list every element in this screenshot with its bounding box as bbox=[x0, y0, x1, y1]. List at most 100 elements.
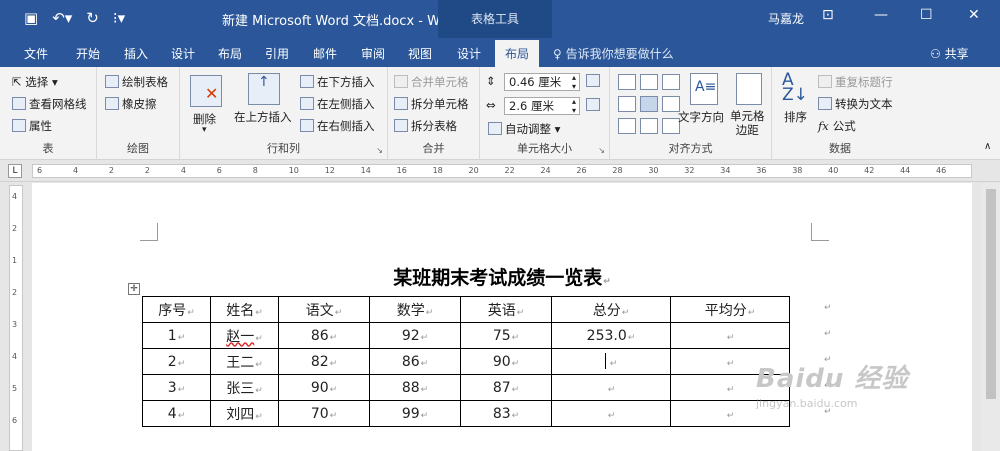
table-cell[interactable]: 253.0↵ bbox=[551, 322, 671, 349]
align-top-center-icon[interactable] bbox=[640, 74, 658, 90]
convert-to-text-button[interactable]: 转换为文本 bbox=[818, 96, 893, 112]
view-gridlines-button[interactable]: 查看网格线 bbox=[12, 96, 87, 112]
properties-button[interactable]: 属性 bbox=[12, 118, 52, 134]
repeat-header-rows-button[interactable]: 重复标题行 bbox=[818, 74, 893, 90]
tab-table-layout[interactable]: 布局 bbox=[495, 40, 540, 67]
header-cell[interactable]: 平均分↵ bbox=[670, 296, 790, 323]
insert-above-button[interactable]: 在上方插入 bbox=[234, 109, 292, 125]
redo-icon[interactable]: ↻ bbox=[86, 9, 99, 27]
column-width-spinner-icon[interactable]: ▴ ▾ bbox=[572, 97, 576, 115]
table-move-handle-icon[interactable]: ✛ bbox=[128, 283, 140, 295]
customize-toolbar-icon[interactable]: ⁝▾ bbox=[113, 9, 125, 27]
tab-insert[interactable]: 插入 bbox=[124, 45, 148, 62]
table-cell[interactable]: ↵ bbox=[670, 322, 790, 349]
insert-below-button[interactable]: 在下方插入 bbox=[300, 74, 375, 90]
table-cell[interactable]: 刘四↵ bbox=[210, 400, 279, 427]
table-cell[interactable]: 90↵ bbox=[460, 348, 552, 375]
header-cell[interactable]: 语文↵ bbox=[278, 296, 370, 323]
header-cell[interactable]: 序号↵ bbox=[142, 296, 211, 323]
close-icon[interactable]: ✕ bbox=[968, 7, 980, 23]
tab-layout[interactable]: 布局 bbox=[218, 45, 242, 62]
tab-table-design[interactable]: 设计 bbox=[457, 45, 481, 62]
align-top-right-icon[interactable] bbox=[662, 74, 680, 90]
tab-file[interactable]: 文件 bbox=[24, 45, 48, 62]
align-middle-left-icon[interactable] bbox=[618, 96, 636, 112]
tab-home[interactable]: 开始 bbox=[76, 45, 100, 62]
table-cell[interactable]: 2↵ bbox=[142, 348, 211, 375]
table-cell[interactable]: 99↵ bbox=[369, 400, 461, 427]
tab-references[interactable]: 引用 bbox=[265, 45, 289, 62]
autofit-button[interactable]: 自动调整 ▾ bbox=[488, 121, 560, 137]
table-cell[interactable]: 王二↵ bbox=[210, 348, 279, 375]
table-cell[interactable]: 92↵ bbox=[369, 322, 461, 349]
table-cell[interactable]: 1↵ bbox=[142, 322, 211, 349]
tell-me-search[interactable]: ♀ 告诉我你想要做什么 bbox=[553, 45, 674, 62]
save-icon[interactable]: ▣ bbox=[24, 9, 38, 27]
split-cells-button[interactable]: 拆分单元格 bbox=[394, 96, 469, 112]
tab-mailings[interactable]: 邮件 bbox=[313, 45, 337, 62]
table-cell[interactable]: 83↵ bbox=[460, 400, 552, 427]
header-cell[interactable]: 姓名↵ bbox=[210, 296, 279, 323]
align-top-left-icon[interactable] bbox=[618, 74, 636, 90]
align-bottom-center-icon[interactable] bbox=[640, 118, 658, 134]
header-cell[interactable]: 总分↵ bbox=[551, 296, 671, 323]
sort-button[interactable]: 排序 bbox=[784, 109, 807, 125]
select-button[interactable]: ⇱ 选择 ▾ bbox=[12, 74, 58, 90]
table-cell[interactable]: 3↵ bbox=[142, 374, 211, 401]
rows-columns-launcher-icon[interactable]: ↘ bbox=[376, 146, 383, 155]
table-cell[interactable]: 90↵ bbox=[278, 374, 370, 401]
delete-table-icon[interactable]: ✕ bbox=[190, 75, 222, 107]
table-cell[interactable]: 70↵ bbox=[278, 400, 370, 427]
table-cell[interactable]: 张三↵ bbox=[210, 374, 279, 401]
ribbon-display-options-icon[interactable]: ⊡ bbox=[822, 7, 834, 23]
table-cell[interactable]: 88↵ bbox=[369, 374, 461, 401]
share-button[interactable]: ⚇ 共享 bbox=[930, 45, 969, 62]
tab-selector[interactable]: L bbox=[8, 164, 22, 178]
distribute-columns-button[interactable] bbox=[586, 98, 603, 112]
collapse-ribbon-icon[interactable]: ∧ bbox=[984, 141, 991, 152]
tab-view[interactable]: 视图 bbox=[408, 45, 432, 62]
tab-design[interactable]: 设计 bbox=[171, 45, 195, 62]
ruler-strip[interactable]: 6 4 2 2 4 6 8 10 12 14 16 18 20 22 24 26 28 30 32 34 36 38 40 4… bbox=[32, 164, 972, 178]
text-direction-button[interactable]: 文字方向 bbox=[678, 109, 724, 125]
table-cell[interactable]: 87↵ bbox=[460, 374, 552, 401]
align-middle-center-icon[interactable] bbox=[640, 96, 658, 112]
horizontal-ruler[interactable]: L 6 4 2 2 4 6 8 10 12 14 16 18 20 22 24 26 28 30 32 34 36 38 4… bbox=[0, 160, 1000, 182]
delete-dropdown-icon[interactable]: ▾ bbox=[202, 125, 207, 135]
sort-icon[interactable]: A Z↓ bbox=[782, 72, 808, 104]
header-cell[interactable]: 英语↵ bbox=[460, 296, 552, 323]
document-page[interactable]: 某班期末考试成绩一览表↵ ✛ 序号↵ 姓名↵ 语文↵ 数学↵ 英语↵ 总分↵ 平… bbox=[32, 183, 972, 451]
distribute-rows-button[interactable] bbox=[586, 74, 603, 88]
formula-button[interactable]: fx 公式 bbox=[818, 118, 856, 134]
undo-icon[interactable]: ↶▾ bbox=[52, 9, 72, 27]
insert-right-button[interactable]: 在右侧插入 bbox=[300, 118, 375, 134]
merge-cells-button[interactable]: 合并单元格 bbox=[394, 74, 469, 90]
eraser-button[interactable]: 橡皮擦 bbox=[105, 96, 157, 112]
table-cell[interactable]: 82↵ bbox=[278, 348, 370, 375]
cell-size-launcher-icon[interactable]: ↘ bbox=[598, 146, 605, 155]
user-name[interactable]: 马嘉龙 bbox=[768, 10, 804, 27]
draw-table-button[interactable]: 绘制表格 bbox=[105, 74, 168, 90]
minimize-icon[interactable]: — bbox=[874, 7, 888, 23]
active-table-cell[interactable]: ↵ bbox=[551, 348, 671, 375]
table-cell[interactable]: 4↵ bbox=[142, 400, 211, 427]
table-cell[interactable]: 赵一↵ bbox=[210, 322, 279, 349]
table-cell[interactable]: 86↵ bbox=[278, 322, 370, 349]
split-table-button[interactable]: 拆分表格 bbox=[394, 118, 457, 134]
vertical-ruler[interactable]: 4 2 1 2 3 4 5 6 bbox=[9, 185, 23, 451]
align-bottom-left-icon[interactable] bbox=[618, 118, 636, 134]
text-direction-icon[interactable]: A≡ bbox=[690, 73, 718, 105]
table-cell[interactable]: 86↵ bbox=[369, 348, 461, 375]
insert-above-icon[interactable]: ↑ bbox=[248, 73, 280, 105]
vertical-scrollbar[interactable] bbox=[982, 183, 1000, 451]
document-heading[interactable]: 某班期末考试成绩一览表↵ bbox=[32, 263, 972, 290]
table-cell[interactable]: 75↵ bbox=[460, 322, 552, 349]
row-height-spinner-icon[interactable]: ▴ ▾ bbox=[572, 73, 576, 91]
table-cell[interactable]: ↵ bbox=[551, 374, 671, 401]
table-cell[interactable]: ↵ bbox=[551, 400, 671, 427]
cell-margins-icon[interactable] bbox=[736, 73, 762, 105]
row-height-input[interactable]: 0.46 厘米 bbox=[504, 73, 580, 91]
tab-review[interactable]: 审阅 bbox=[361, 45, 385, 62]
header-cell[interactable]: 数学↵ bbox=[369, 296, 461, 323]
scrollbar-thumb[interactable] bbox=[986, 189, 996, 399]
